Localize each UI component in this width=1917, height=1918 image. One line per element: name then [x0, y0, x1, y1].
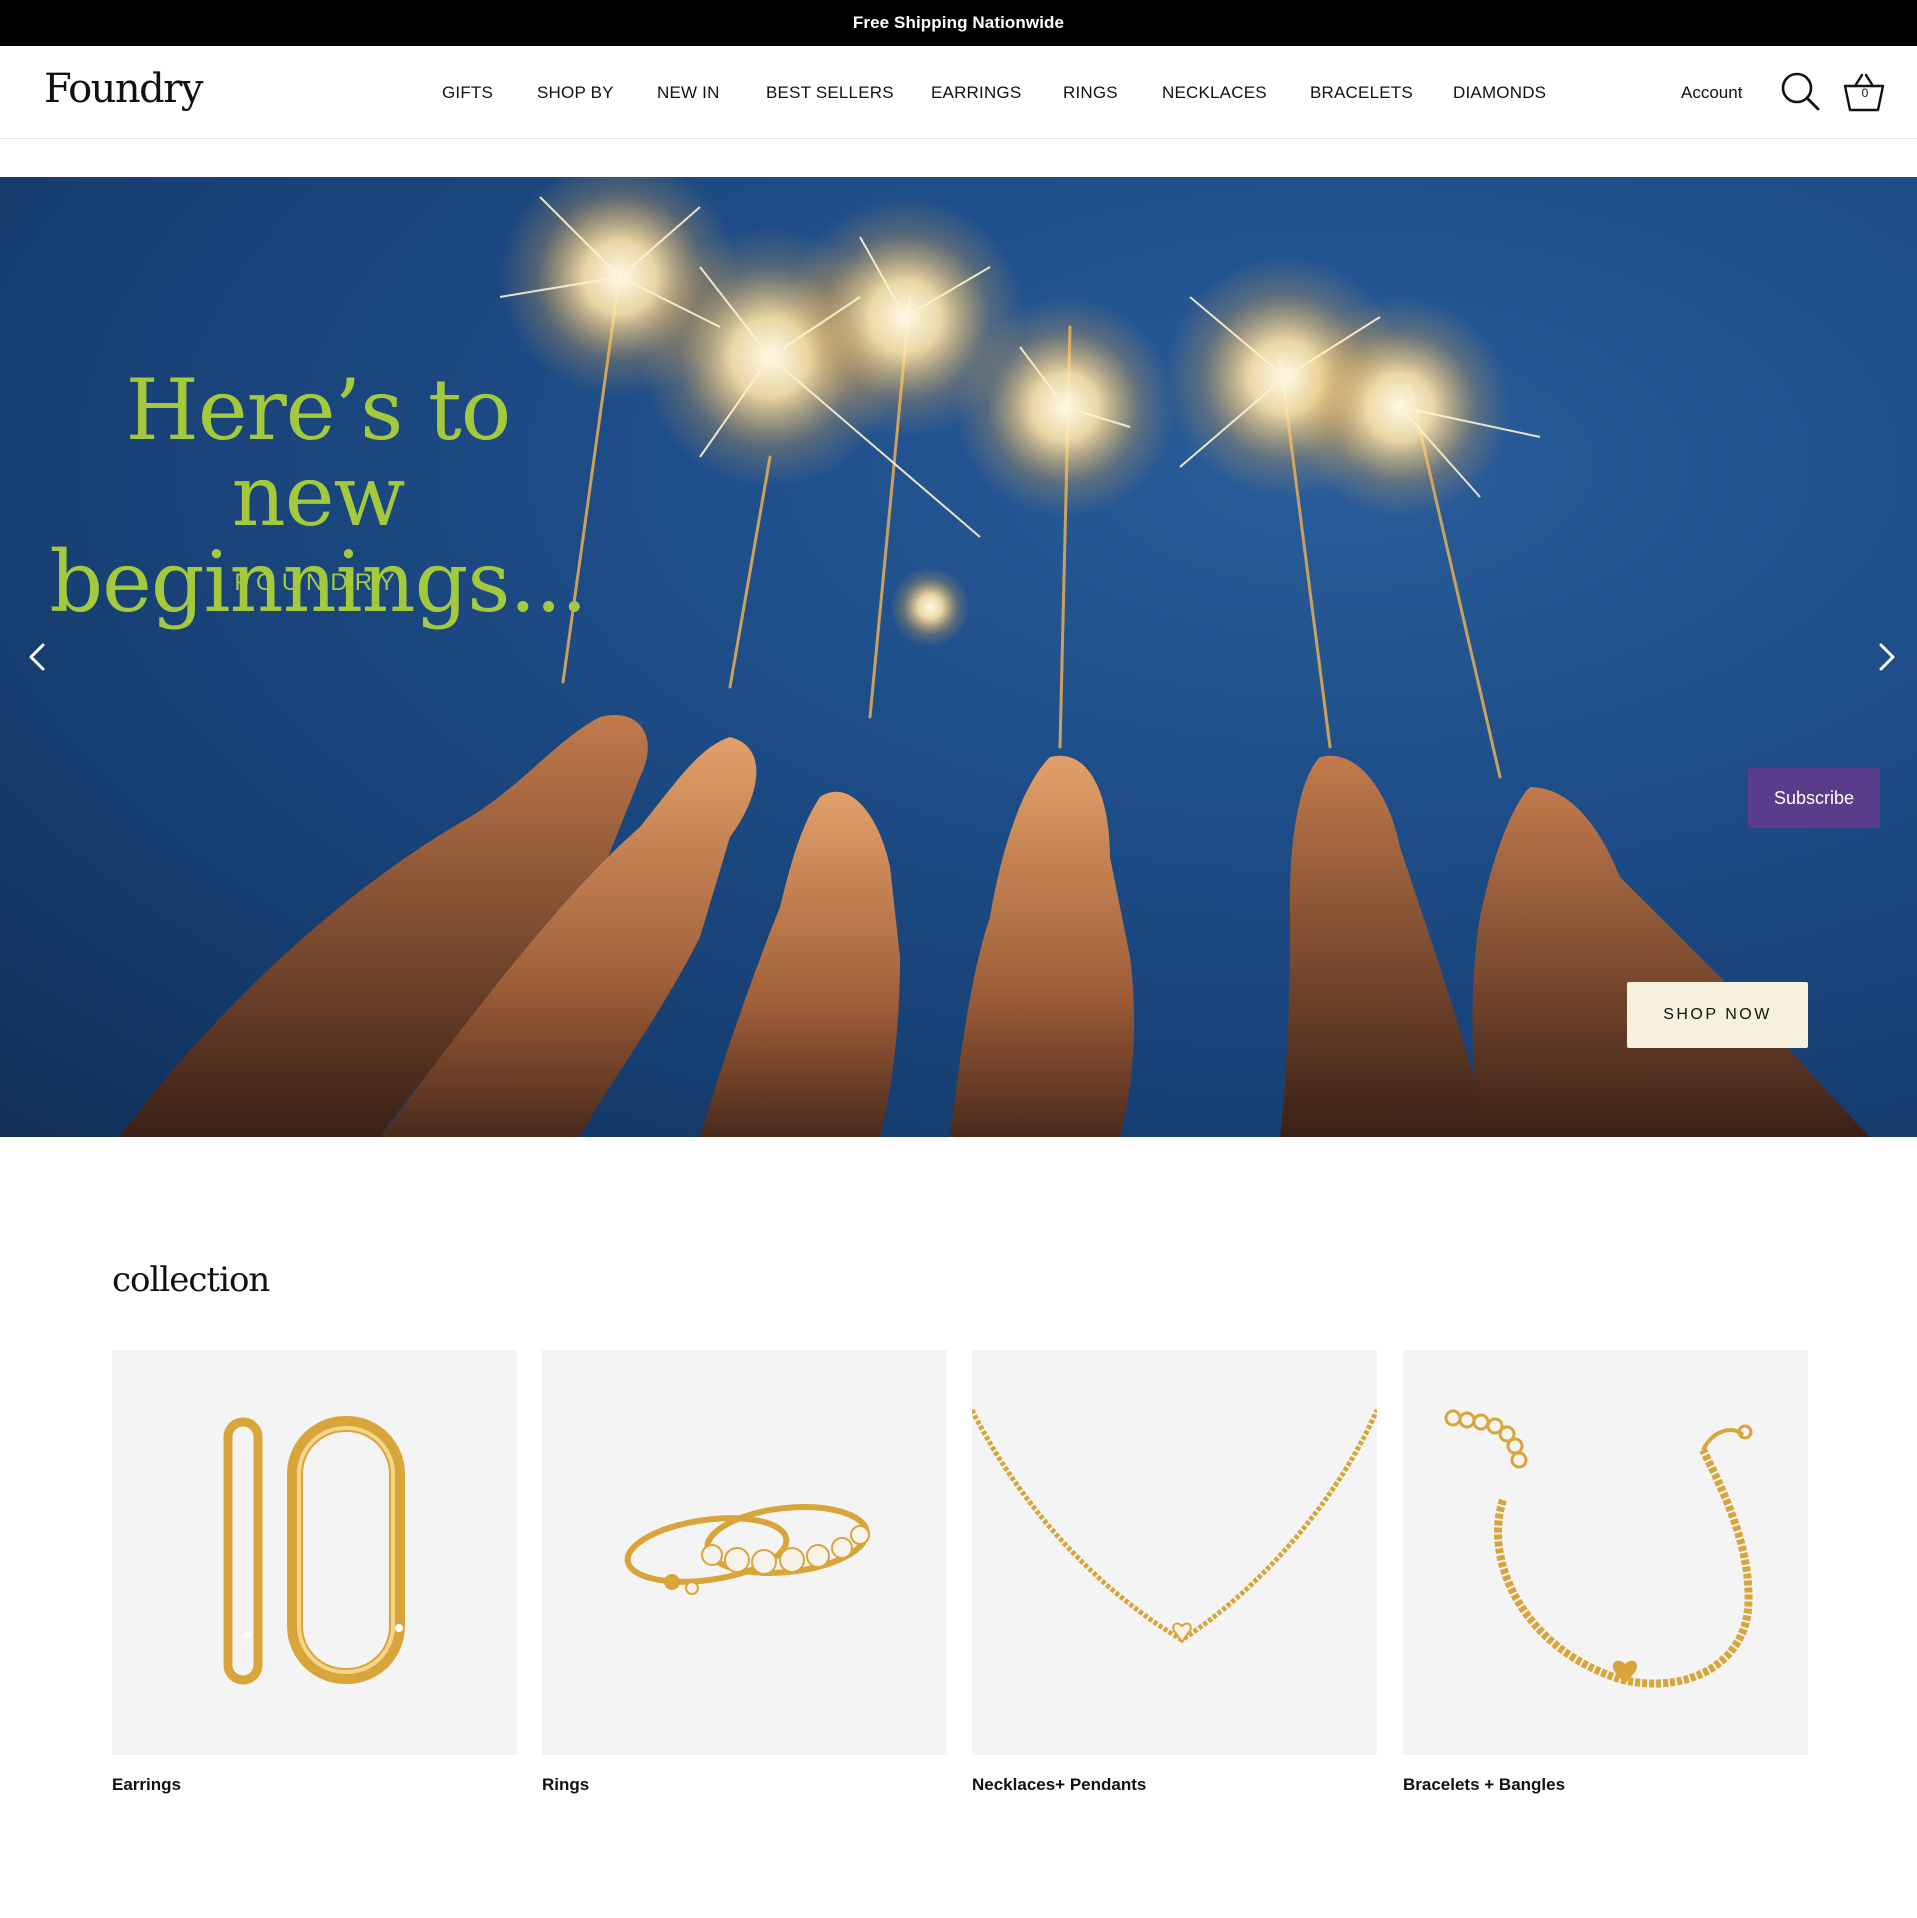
nav-shop-by[interactable]: SHOP BY	[537, 83, 614, 103]
collection-title: collection	[112, 1260, 270, 1300]
nav-gifts[interactable]: GIFTS	[442, 83, 493, 103]
chevron-right-icon[interactable]	[1866, 637, 1906, 677]
bracelet-image	[1403, 1350, 1808, 1755]
hero-banner: Here’s to new beginnings... FOUNDRY Subs…	[0, 177, 1917, 1137]
collection-card-bracelets[interactable]: Bracelets + Bangles	[1403, 1350, 1808, 1795]
nav-rings[interactable]: RINGS	[1063, 83, 1118, 103]
collection-card-rings[interactable]: Rings	[542, 1350, 947, 1795]
collection-card-necklaces[interactable]: Necklaces+ Pendants	[972, 1350, 1377, 1795]
collection-label-rings[interactable]: Rings	[542, 1775, 947, 1795]
rings-image	[542, 1350, 947, 1755]
nav-necklaces[interactable]: NECKLACES	[1162, 83, 1267, 103]
search-icon[interactable]	[1780, 71, 1820, 111]
cart-count: 0	[1861, 86, 1869, 100]
nav-new-in[interactable]: NEW IN	[657, 83, 720, 103]
earrings-image	[112, 1350, 517, 1755]
site-header: Foundry GIFTS SHOP BY NEW IN BEST SELLER…	[0, 46, 1917, 139]
announcement-text: Free Shipping Nationwide	[852, 13, 1065, 32]
nav-bracelets[interactable]: BRACELETS	[1310, 83, 1413, 103]
necklace-image	[972, 1350, 1377, 1755]
main-nav: GIFTS SHOP BY NEW IN BEST SELLERS EARRIN…	[0, 46, 1917, 139]
collection-card-earrings[interactable]: Earrings	[112, 1350, 517, 1795]
announcement-bar: Free Shipping Nationwide	[0, 0, 1917, 46]
nav-best-sellers[interactable]: BEST SELLERS	[766, 83, 894, 103]
collection-label-bracelets[interactable]: Bracelets + Bangles	[1403, 1775, 1808, 1795]
hero-brand: FOUNDRY	[234, 569, 402, 596]
chevron-left-icon[interactable]	[18, 637, 58, 677]
nav-earrings[interactable]: EARRINGS	[931, 83, 1021, 103]
shop-now-button[interactable]: SHOP NOW	[1627, 982, 1808, 1048]
subscribe-button[interactable]: Subscribe	[1748, 768, 1880, 828]
hero-heading-line1: Here’s to new	[125, 361, 512, 545]
account-link[interactable]: Account	[1681, 83, 1742, 103]
collection-label-earrings[interactable]: Earrings	[112, 1775, 517, 1795]
collection-label-necklaces[interactable]: Necklaces+ Pendants	[972, 1775, 1377, 1795]
nav-diamonds[interactable]: DIAMONDS	[1453, 83, 1546, 103]
